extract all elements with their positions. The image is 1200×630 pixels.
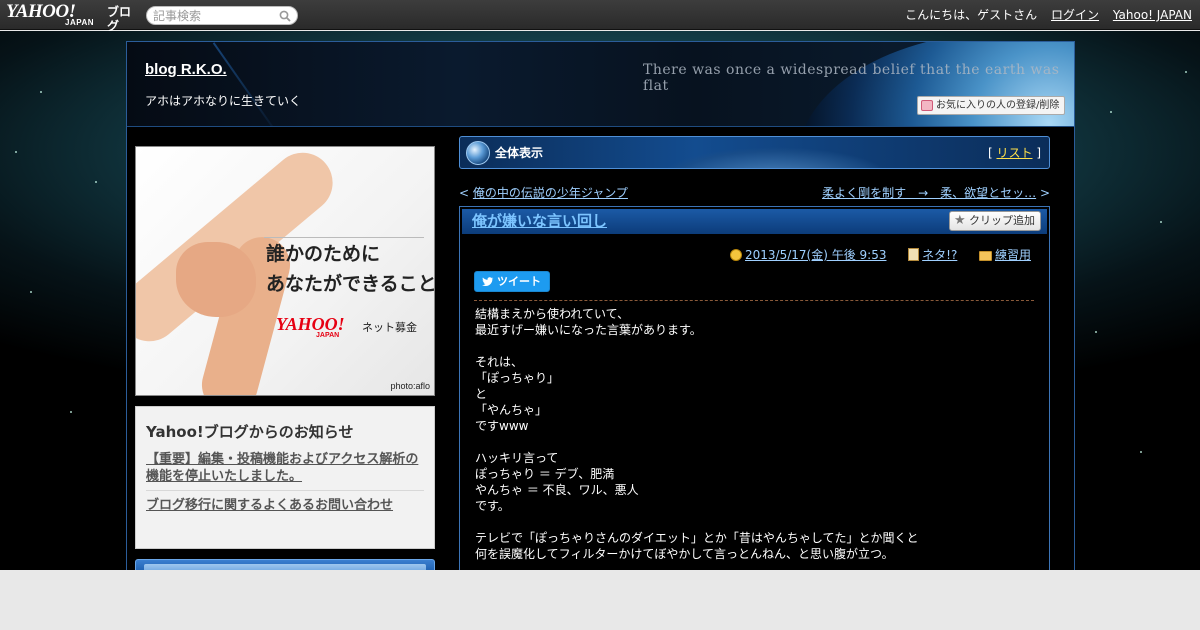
- next-article-nav: 柔よく剛を制す → 柔、欲望とセッ… >: [822, 186, 1050, 200]
- article: 俺が嫌いな言い回し ★ クリップ追加 2013/5/17(金) 午後 9:53 …: [459, 206, 1050, 570]
- yahoo-japan-link[interactable]: Yahoo! JAPAN: [1113, 8, 1192, 22]
- article-category-link[interactable]: ネタ!?: [922, 248, 957, 262]
- search-input[interactable]: [153, 8, 277, 23]
- yahoo-donation-ad[interactable]: 誰かのために あなたができること YAHOO! JAPAN ネット募金 phot…: [135, 146, 435, 396]
- greeting-text: こんにちは、ゲストさん: [905, 8, 1038, 22]
- ad-photo-credit: photo:aflo: [390, 381, 430, 391]
- search-icon[interactable]: [279, 10, 291, 22]
- yahoo-blog-logo[interactable]: YAHOO! JAPAN ブログ: [6, 2, 140, 33]
- folder-icon: [978, 251, 992, 261]
- article-header: 俺が嫌いな言い回し ★ クリップ追加: [462, 209, 1047, 234]
- article-folder-link[interactable]: 練習用: [995, 248, 1031, 262]
- top-nav: こんにちは、ゲストさん ログイン Yahoo! JAPAN: [895, 8, 1192, 22]
- divider: [474, 300, 1034, 301]
- clip-add-label: クリップ追加: [969, 214, 1035, 227]
- list-view-control: [ リスト ]: [987, 146, 1041, 160]
- login-link[interactable]: ログイン: [1051, 8, 1099, 22]
- sidebar-module: [135, 559, 435, 570]
- blog-title[interactable]: blog R.K.O.: [145, 61, 227, 78]
- logo-japan-text: JAPAN: [65, 18, 95, 27]
- ad-headline-1: 誰かのために: [266, 243, 381, 265]
- blog-description: アホはアホなりに生きていく: [145, 94, 302, 108]
- ad-headline-2: あなたができること: [266, 273, 435, 295]
- ad-yahoo-logo-sub: JAPAN: [316, 332, 340, 339]
- article-search: [146, 6, 298, 25]
- blog-header: There was once a widespread belief that …: [127, 42, 1074, 127]
- blog-notice-box: Yahoo!ブログからのお知らせ 【重要】編集・投稿機能およびアクセス解析の機能…: [135, 406, 435, 549]
- notice-title: Yahoo!ブログからのお知らせ: [146, 423, 354, 441]
- ad-service-name: ネット募金: [362, 321, 417, 334]
- clip-add-button[interactable]: ★ クリップ追加: [949, 211, 1041, 231]
- view-mode-bar: 全体表示 [ リスト ]: [459, 136, 1050, 169]
- view-all-label: 全体表示: [495, 146, 544, 160]
- page-footer-area: [0, 570, 1200, 630]
- article-body: 結構まえから使われていて、 最近すげー嫌いになった言葉があります。 それは、 「…: [475, 307, 919, 561]
- notice-link-feature-stop[interactable]: 【重要】編集・投稿機能およびアクセス解析の機能を停止いたしました。: [146, 451, 424, 491]
- star-icon: ★: [954, 213, 966, 228]
- header-banner-text: There was once a widespread belief that …: [643, 62, 1060, 94]
- favorite-register-button[interactable]: お気に入りの人の登録/削除: [917, 96, 1065, 115]
- tweet-label: ツイート: [497, 275, 541, 288]
- prev-article-nav: < 俺の中の伝説の少年ジャンプ: [459, 186, 628, 200]
- twitter-bird-icon: [482, 277, 494, 287]
- tweet-button[interactable]: ツイート: [474, 271, 550, 292]
- ad-yahoo-logo: YAHOO!: [276, 314, 345, 334]
- prev-article-link[interactable]: 俺の中の伝説の少年ジャンプ: [473, 186, 628, 200]
- yahoo-top-bar: YAHOO! JAPAN ブログ こんにちは、ゲストさん ログイン Yahoo!…: [0, 0, 1200, 33]
- favorite-icon: [921, 100, 933, 111]
- notice-link-migration-faq[interactable]: ブログ移行に関するよくあるお問い合わせ: [146, 497, 424, 514]
- next-article-link[interactable]: 柔よく剛を制す → 柔、欲望とセッ…: [822, 186, 1036, 200]
- blog-frame: There was once a widespread belief that …: [126, 41, 1075, 570]
- article-meta: 2013/5/17(金) 午後 9:53 ネタ!? 練習用: [730, 248, 1031, 262]
- favorite-register-label: お気に入りの人の登録/削除: [936, 100, 1060, 111]
- clock-icon: [730, 249, 742, 261]
- article-date-link[interactable]: 2013/5/17(金) 午後 9:53: [745, 248, 886, 262]
- article-title[interactable]: 俺が嫌いな言い回し: [472, 213, 607, 230]
- logo-blog-text: ブログ: [107, 5, 132, 33]
- category-icon: [908, 248, 920, 261]
- globe-icon: [466, 141, 490, 165]
- list-view-link[interactable]: リスト: [996, 146, 1032, 160]
